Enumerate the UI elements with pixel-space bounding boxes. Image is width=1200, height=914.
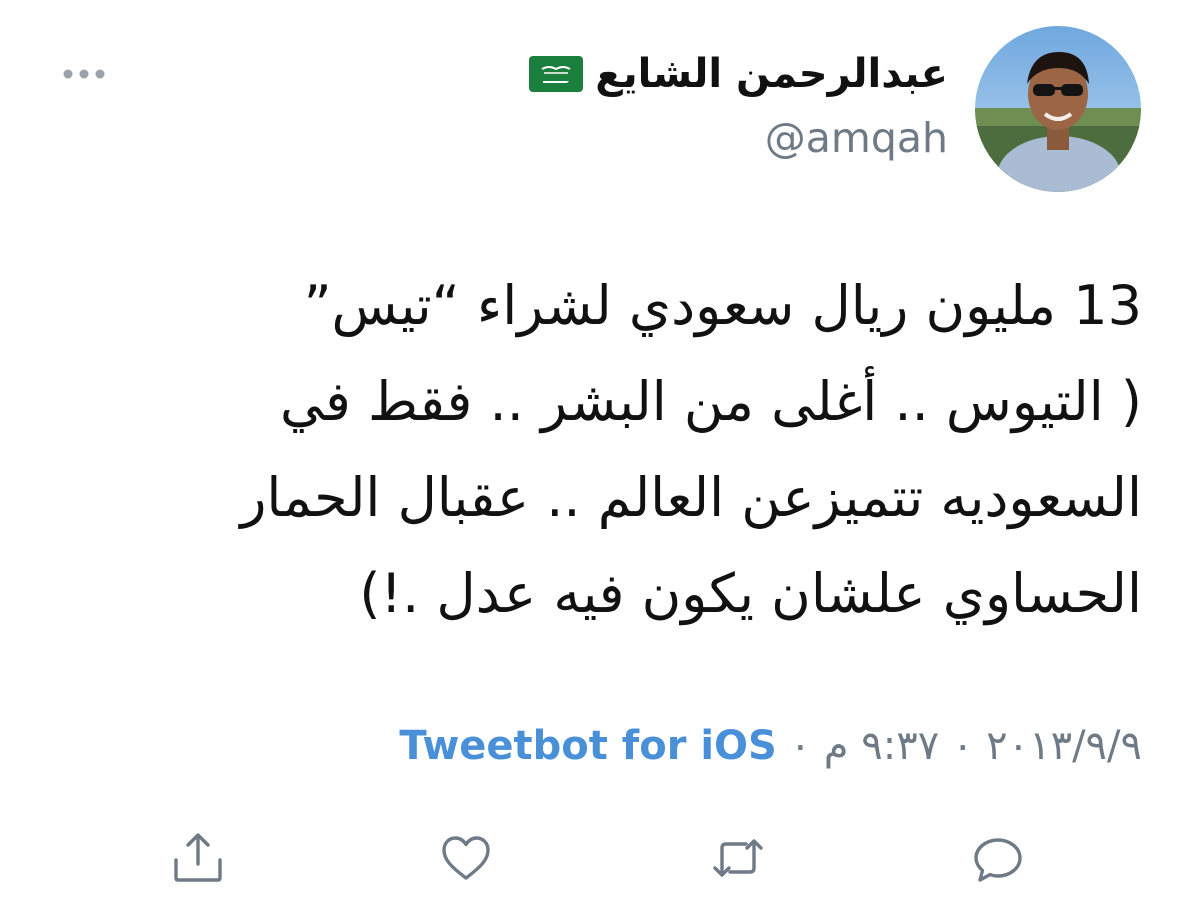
share-button[interactable]: [168, 828, 228, 888]
tweet-line: السعوديه تتميزعن العالم .. عقبال الحمار: [240, 466, 1142, 529]
profile-photo: [975, 26, 1141, 192]
meta-separator: ٠: [789, 723, 812, 769]
like-icon: [442, 836, 490, 880]
tweet-text: 13 مليون ريال سعودي لشراء “تيس” ( التيوس…: [52, 258, 1142, 642]
tweet-line: الحساوي علشان يكون فيه عدل .!): [359, 562, 1142, 625]
author-display-name[interactable]: عبدالرحمن الشايع: [595, 51, 948, 97]
like-button[interactable]: [436, 828, 496, 888]
author-name-line[interactable]: عبدالرحمن الشايع: [348, 40, 948, 108]
action-bar: [0, 818, 1200, 898]
retweet-button[interactable]: [708, 828, 768, 888]
reply-icon: [974, 838, 1022, 882]
tweet-line: 13 مليون ريال سعودي لشراء “تيس”: [303, 274, 1142, 337]
retweet-icon: [713, 839, 763, 877]
tweet-line: ( التيوس .. أغلى من البشر .. فقط في: [280, 370, 1142, 433]
tweet-source-link[interactable]: Tweetbot for iOS: [399, 723, 776, 769]
author-handle[interactable]: @amqah: [348, 108, 948, 168]
avatar[interactable]: [975, 26, 1141, 192]
reply-button[interactable]: [968, 828, 1028, 888]
tweet-time: ٩:٣٧ م: [823, 723, 940, 769]
share-icon: [174, 833, 222, 882]
saudi-flag-icon: [529, 56, 584, 92]
more-options-icon[interactable]: [60, 62, 108, 86]
tweet-meta: ٢٠١٣/٩/٩ ٠ ٩:٣٧ م ٠ Tweetbot for iOS: [399, 716, 1142, 776]
tweet-date: ٢٠١٣/٩/٩: [986, 723, 1142, 769]
meta-separator: ٠: [951, 723, 974, 769]
tweet-header: عبدالرحمن الشايع @amqah: [348, 40, 948, 168]
